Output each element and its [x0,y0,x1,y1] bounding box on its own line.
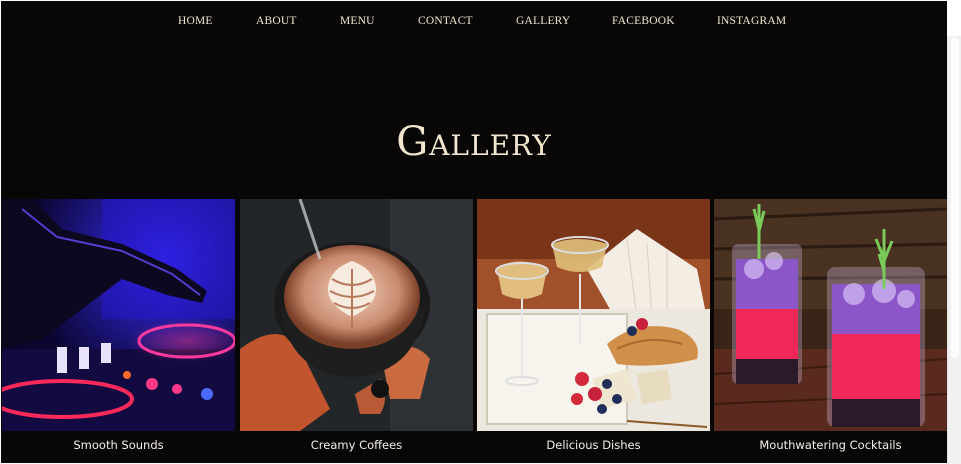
gallery-caption: Mouthwatering Cocktails [759,438,902,452]
nav-facebook-link[interactable]: FACEBOOK [612,15,675,27]
nav-about-link[interactable]: ABOUT [256,15,297,27]
nav-instagram-link[interactable]: INSTAGRAM [717,15,786,27]
nav-menu-link[interactable]: MENU [340,15,375,27]
gallery-image-dishes[interactable] [477,199,710,431]
gallery-image-latte[interactable] [240,199,473,431]
scrollbar-thumb[interactable] [951,38,959,358]
gallery-image-dj-mixer[interactable] [2,199,235,431]
nav-contact-link[interactable]: CONTACT [418,15,473,27]
nav-gallery-link[interactable]: GALLERY [516,15,570,27]
page: HOME ABOUT MENU CONTACT GALLERY FACEBOOK… [1,1,947,463]
gallery-caption: Smooth Sounds [73,438,164,452]
nav-home-link[interactable]: HOME [178,15,213,27]
top-nav: HOME ABOUT MENU CONTACT GALLERY FACEBOOK… [1,1,947,43]
vertical-scrollbar[interactable] [947,36,961,464]
gallery-caption: Creamy Coffees [310,438,403,452]
gallery-title: Gallery [396,119,552,165]
gallery-caption: Delicious Dishes [546,438,641,452]
gallery-image-cocktails[interactable] [714,199,947,431]
